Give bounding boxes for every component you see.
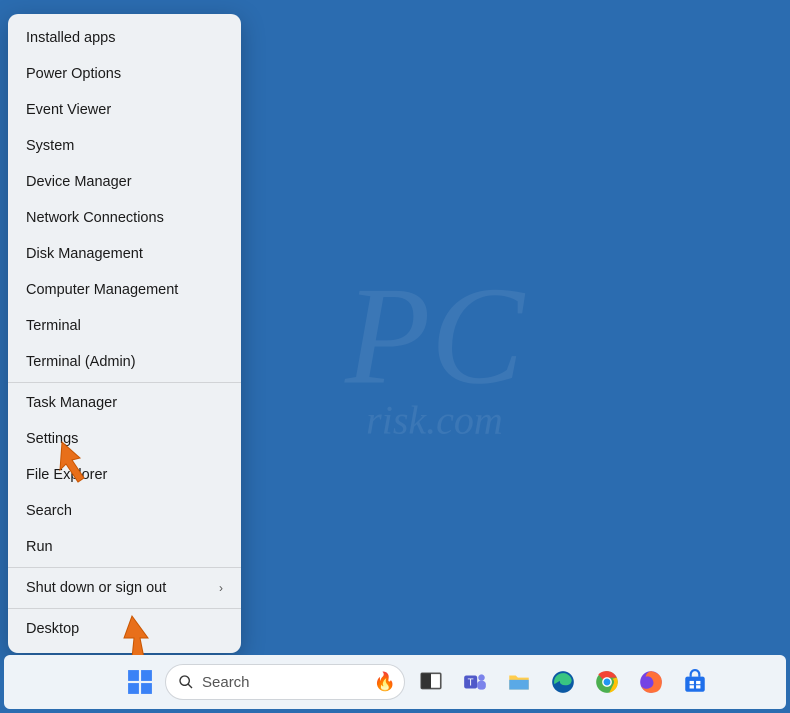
menu-item-label: Event Viewer: [26, 102, 111, 118]
search-icon: [178, 674, 194, 690]
taskbar-search[interactable]: Search 🔥: [165, 664, 405, 700]
winx-context-menu[interactable]: Installed apps Power Options Event Viewer S…: [8, 14, 241, 653]
annotation-arrow-start: [114, 614, 160, 660]
watermark-line1: PC: [345, 258, 524, 413]
store-button[interactable]: [677, 664, 713, 700]
file-explorer-icon: [506, 669, 532, 695]
store-icon: [682, 669, 708, 695]
task-view-button[interactable]: [413, 664, 449, 700]
menu-item-system[interactable]: System: [8, 128, 241, 164]
menu-item-terminal[interactable]: Terminal: [8, 308, 241, 344]
menu-divider: [8, 382, 241, 383]
menu-item-file-explorer[interactable]: File Explorer: [8, 457, 241, 493]
menu-item-label: Desktop: [26, 621, 79, 637]
menu-item-label: Task Manager: [26, 395, 117, 411]
menu-item-search[interactable]: Search: [8, 493, 241, 529]
menu-item-device-manager[interactable]: Device Manager: [8, 164, 241, 200]
menu-item-network-connections[interactable]: Network Connections: [8, 200, 241, 236]
menu-item-label: Run: [26, 539, 53, 555]
menu-divider: [8, 567, 241, 568]
menu-item-settings[interactable]: Settings: [8, 421, 241, 457]
edge-icon: [550, 669, 576, 695]
svg-text:T: T: [468, 677, 474, 688]
task-view-icon: [418, 669, 444, 695]
firefox-icon: [638, 669, 664, 695]
menu-divider: [8, 608, 241, 609]
menu-item-task-manager[interactable]: Task Manager: [8, 385, 241, 421]
watermark: PC risk.com: [345, 276, 524, 437]
menu-item-label: Installed apps: [26, 30, 115, 46]
menu-item-label: Computer Management: [26, 282, 178, 298]
menu-item-label: Power Options: [26, 66, 121, 82]
edge-button[interactable]: [545, 664, 581, 700]
menu-item-shut-down-or-sign-out[interactable]: Shut down or sign out ›: [8, 570, 241, 606]
annotation-arrow-settings: [50, 438, 96, 484]
menu-item-power-options[interactable]: Power Options: [8, 56, 241, 92]
menu-item-label: Network Connections: [26, 210, 164, 226]
menu-item-disk-management[interactable]: Disk Management: [8, 236, 241, 272]
chrome-button[interactable]: [589, 664, 625, 700]
menu-item-computer-management[interactable]: Computer Management: [8, 272, 241, 308]
taskbar: Search 🔥 T: [4, 655, 786, 709]
start-button[interactable]: [123, 665, 157, 699]
file-explorer-button[interactable]: [501, 664, 537, 700]
menu-item-label: Disk Management: [26, 246, 143, 262]
search-highlight-icon: 🔥: [374, 672, 396, 693]
teams-button[interactable]: T: [457, 664, 493, 700]
menu-item-run[interactable]: Run: [8, 529, 241, 565]
menu-item-label: Search: [26, 503, 72, 519]
menu-item-label: System: [26, 138, 74, 154]
chrome-icon: [594, 669, 620, 695]
firefox-button[interactable]: [633, 664, 669, 700]
menu-item-terminal-admin-[interactable]: Terminal (Admin): [8, 344, 241, 380]
menu-item-event-viewer[interactable]: Event Viewer: [8, 92, 241, 128]
menu-item-installed-apps[interactable]: Installed apps: [8, 20, 241, 56]
windows-logo-icon: [127, 669, 153, 695]
teams-icon: T: [462, 669, 488, 695]
menu-item-label: Shut down or sign out: [26, 580, 166, 596]
menu-item-label: Terminal (Admin): [26, 354, 136, 370]
menu-item-label: Device Manager: [26, 174, 132, 190]
search-placeholder: Search: [202, 674, 250, 691]
menu-item-label: Terminal: [26, 318, 81, 334]
chevron-right-icon: ›: [219, 581, 223, 595]
watermark-line2: risk.com: [345, 403, 524, 437]
